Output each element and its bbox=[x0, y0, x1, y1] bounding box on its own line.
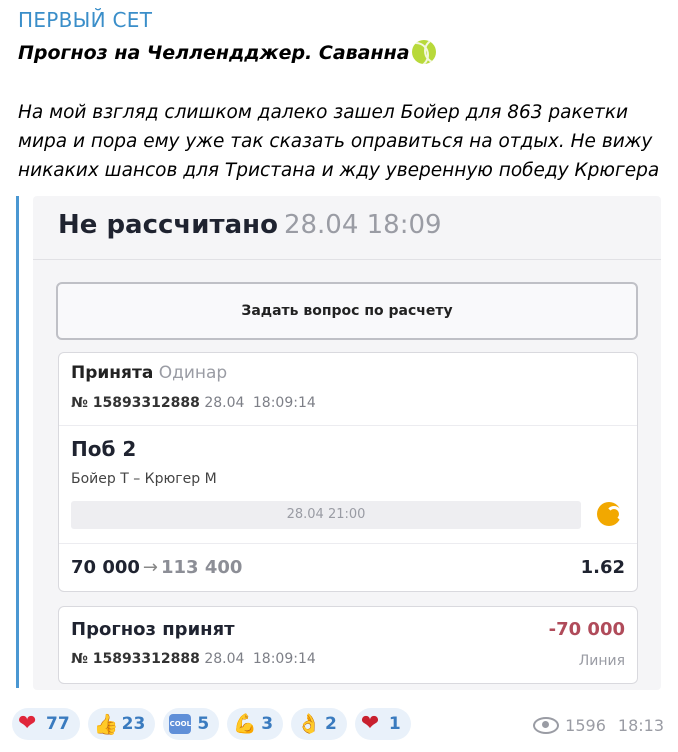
quote-bar bbox=[16, 196, 19, 688]
eye-icon bbox=[533, 717, 560, 734]
ok-hand-icon: 👌 bbox=[297, 713, 321, 735]
reaction-count: 2 bbox=[325, 714, 337, 734]
heart-on-fire-icon: ❤ bbox=[360, 711, 380, 736]
reaction-count: 23 bbox=[121, 714, 146, 734]
event-date: 28.04 21:00 bbox=[71, 501, 581, 529]
forecast-line: Линия bbox=[578, 653, 625, 669]
reactions-bar: ❤ 77 👍 23 COOL 5 💪 3 👌 2 ❤ 1 bbox=[12, 708, 411, 740]
bet-odds: 1.62 bbox=[580, 557, 625, 578]
message-meta: 1596 18:13 bbox=[533, 716, 664, 735]
divider bbox=[33, 259, 661, 260]
flexed-biceps-icon: 💪 bbox=[233, 713, 257, 735]
bet-card-image[interactable]: Не рассчитано 28.04 18:09 Задать вопрос п… bbox=[33, 196, 661, 690]
bet-number: № 15893312888 bbox=[71, 395, 200, 411]
bet-number-row: № 15893312888 28.04 18:09:14 bbox=[71, 395, 316, 411]
bet-details: Принята Одинар № 15893312888 28.04 18:09… bbox=[58, 352, 638, 592]
post-title: Прогноз на Челлендджер. Саванна bbox=[18, 40, 436, 64]
reaction-ok-hand[interactable]: 👌 2 bbox=[291, 708, 347, 740]
post-body: На мой взгляд слишком далеко зашел Бойер… bbox=[18, 102, 660, 181]
reaction-count: 5 bbox=[197, 714, 210, 734]
cool-icon: COOL bbox=[169, 714, 192, 734]
reaction-count: 1 bbox=[388, 714, 401, 734]
stake-amount: 70 000 bbox=[71, 557, 140, 578]
forecast-date: 28.04 bbox=[204, 651, 245, 667]
bet-teams: Бойер Т – Крюгер М bbox=[71, 471, 217, 487]
forecast-time: 18:09:14 bbox=[252, 651, 316, 667]
bet-outcome: Поб 2 bbox=[71, 437, 137, 461]
reaction-heart[interactable]: ❤ 77 bbox=[12, 708, 80, 740]
bet-time: 18:09:14 bbox=[252, 395, 316, 411]
forecast-number-row: № 15893312888 28.04 18:09:14 bbox=[71, 651, 316, 667]
channel-name[interactable]: ПЕРВЫЙ СЕТ bbox=[18, 8, 152, 32]
bet-accepted-row: Принята Одинар bbox=[71, 363, 227, 383]
ask-question-button[interactable]: Задать вопрос по расчету bbox=[56, 282, 638, 340]
payout-amount: 113 400 bbox=[160, 557, 243, 578]
heart-icon: ❤ bbox=[18, 711, 37, 736]
divider bbox=[59, 425, 637, 426]
forecast-accepted: Прогноз принят -70 000 № 15893312888 28.… bbox=[58, 606, 638, 684]
message-time: 18:13 bbox=[617, 716, 664, 735]
arrow-right-icon: → bbox=[142, 557, 158, 578]
thumbs-up-icon: 👍 bbox=[93, 712, 119, 736]
bet-date: 28.04 bbox=[204, 395, 245, 411]
bet-status-label: Не рассчитано bbox=[58, 210, 278, 240]
tennis-ball-icon bbox=[411, 40, 436, 64]
reaction-cool[interactable]: COOL 5 bbox=[163, 708, 220, 740]
reaction-thumbs-up[interactable]: 👍 23 bbox=[87, 708, 156, 740]
reaction-heart-on-fire[interactable]: ❤ 1 bbox=[354, 708, 411, 740]
view-count: 1596 bbox=[565, 716, 606, 735]
post-title-text: Прогноз на Челлендджер. Саванна bbox=[18, 42, 410, 64]
forecast-title: Прогноз принят bbox=[71, 619, 235, 640]
reaction-count: 77 bbox=[46, 714, 70, 734]
bet-type: Одинар bbox=[158, 363, 228, 383]
bet-accepted-label: Принята bbox=[71, 363, 154, 383]
reaction-count: 3 bbox=[261, 714, 274, 734]
tennis-icon bbox=[597, 502, 622, 526]
divider bbox=[59, 543, 637, 544]
forecast-number: № 15893312888 bbox=[71, 651, 200, 667]
bet-status-date: 28.04 18:09 bbox=[283, 210, 442, 240]
forecast-amount: -70 000 bbox=[548, 619, 625, 640]
message-bubble: ПЕРВЫЙ СЕТ Прогноз на Челлендджер. Саван… bbox=[0, 0, 678, 752]
bet-status: Не рассчитано 28.04 18:09 bbox=[58, 210, 442, 240]
reaction-flexed-biceps[interactable]: 💪 3 bbox=[227, 708, 284, 740]
stake-row: 70 000 → 113 400 bbox=[71, 557, 242, 578]
